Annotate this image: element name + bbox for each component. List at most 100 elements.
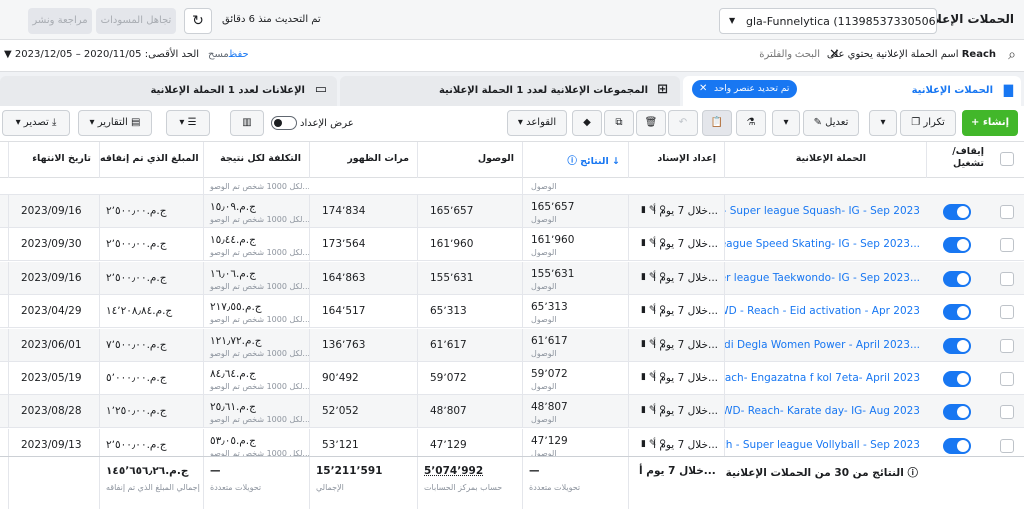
row-checkbox[interactable] <box>1000 271 1014 286</box>
column-header-attribution[interactable]: إعداد الإسناد <box>628 142 724 178</box>
pin-icon[interactable]: ⚲ <box>659 205 666 215</box>
tag-button[interactable]: ◆ <box>572 110 602 136</box>
breakdown-button[interactable]: ▾ ☰ <box>166 110 210 136</box>
table-row[interactable]: WD - Reach - Eid activation - Apr 2023 خل… <box>0 295 1024 329</box>
selected-count-badge[interactable]: ✕ تم تحديد عنصر واحد <box>692 80 798 98</box>
pin-icon[interactable]: ⚲ <box>659 405 666 415</box>
table-row[interactable]: ch - Super league Speed Skating- IG - Se… <box>0 228 1024 262</box>
edit-icon[interactable]: ✎ <box>649 305 657 315</box>
edit-icon[interactable]: ✎ <box>649 405 657 415</box>
column-header-reach[interactable]: الوصول <box>417 142 522 178</box>
row-checkbox[interactable] <box>1000 238 1014 253</box>
campaign-name-link[interactable]: WD - Reach - Eid activation - Apr 2023 <box>725 305 920 317</box>
row-checkbox[interactable] <box>1000 338 1014 353</box>
row-checkbox[interactable] <box>1000 372 1014 386</box>
campaign-toggle[interactable] <box>943 204 971 220</box>
chart-icon[interactable]: ▮ <box>641 439 646 449</box>
campaign-name-link[interactable]: WD- Reach - Super league Vollyball - Sep… <box>725 439 920 451</box>
pin-icon[interactable]: ⚲ <box>659 372 666 382</box>
chart-icon[interactable]: ▮ <box>641 238 646 248</box>
discard-drafts-button[interactable]: تجاهل المسودات <box>96 8 176 34</box>
campaign-name-link[interactable]: ch - Super league Speed Skating- IG - Se… <box>725 238 920 250</box>
row-checkbox[interactable] <box>1000 205 1014 219</box>
pin-icon[interactable]: ⚲ <box>659 339 666 349</box>
campaign-name-link[interactable]: each - Super league Taekwondo- IG - Sep … <box>725 272 920 284</box>
save-filter-link[interactable]: حفظ <box>228 49 249 60</box>
row-checkbox[interactable] <box>1000 305 1014 320</box>
pin-icon[interactable]: ⚲ <box>659 305 666 315</box>
rules-button[interactable]: ▾ القواعد <box>507 110 567 136</box>
column-header-spent[interactable]: المبلغ الذي تم إنفاقه <box>99 142 203 178</box>
column-header-name[interactable]: الحملة الإعلانية <box>724 142 926 178</box>
columns-button[interactable]: ▥ <box>230 110 264 136</box>
edit-icon[interactable]: ✎ <box>649 272 657 282</box>
preview-button[interactable]: ⧉ <box>604 110 634 136</box>
date-range-picker[interactable]: ▼ الحد الأقصى: 2020/11/05 – 2023/12/05 <box>4 49 199 60</box>
duplicate-menu-button[interactable]: ▾ <box>869 110 897 136</box>
column-header-results[interactable]: ⓘ النتائج ↓ <box>522 142 628 178</box>
campaign-toggle[interactable] <box>943 237 971 254</box>
close-icon[interactable]: ✕ <box>699 80 707 98</box>
column-header-end[interactable]: تاريخ الانتهاء <box>8 142 99 178</box>
export-button[interactable]: ▾ تصدير ⤓ <box>2 110 70 136</box>
footer-spent-sub: إجمالي المبلغ الذي تم إنفاقه <box>106 483 200 492</box>
edit-icon[interactable]: ✎ <box>649 439 657 449</box>
filter-chip[interactable]: اسم الحملة الإعلانية يحتوي على Reach <box>827 49 996 60</box>
row-checkbox[interactable] <box>1000 405 1014 420</box>
cell-cost: ج.م.‏٢١٧٫٥٥لكل 1000 شخص تم الوصو... <box>203 295 309 329</box>
chart-icon[interactable]: ▮ <box>641 405 646 415</box>
close-icon[interactable]: ✕ <box>829 47 840 62</box>
column-header-toggle[interactable]: إيقاف/تشغيل <box>926 142 990 178</box>
ab-test-button[interactable]: ⚗ <box>736 110 766 136</box>
row-checkbox[interactable] <box>1000 438 1014 453</box>
campaign-toggle[interactable] <box>943 270 971 287</box>
reports-button[interactable]: ▾ التقارير ▤ <box>78 110 152 136</box>
pin-icon[interactable]: ⚲ <box>659 439 666 449</box>
chart-icon[interactable]: ▮ <box>641 372 646 382</box>
chart-icon[interactable]: ▮ <box>641 205 646 215</box>
table-row[interactable]: WD- Reach- Karate day- IG- Aug 2023 خلال … <box>0 395 1024 429</box>
table-row[interactable]: Reach- Wadi Degla Women Power - April 20… <box>0 328 1024 362</box>
campaign-toggle[interactable] <box>943 404 971 421</box>
duplicate-button[interactable]: ❐ تكرار <box>900 110 956 136</box>
campaign-name-link[interactable]: WD- Reach- Engazatna f kol 7eta- April 2… <box>725 372 920 384</box>
chart-icon[interactable]: ▮ <box>641 272 646 282</box>
edit-icon[interactable]: ✎ <box>649 339 657 349</box>
column-header-cost[interactable]: التكلفة لكل نتيجة <box>203 142 309 178</box>
account-selector[interactable]: ▼ gla-Funnelytica (1139853733050606)... <box>719 8 937 34</box>
pin-icon[interactable]: ⚲ <box>659 272 666 282</box>
undo-button[interactable]: ↶ <box>668 110 698 136</box>
campaign-toggle[interactable] <box>943 437 971 454</box>
campaign-toggle[interactable] <box>943 371 971 387</box>
search-input[interactable] <box>660 49 820 60</box>
table-row[interactable]: ... Reach - Super league Squash- IG - Se… <box>0 195 1024 228</box>
date-range-text: الحد الأقصى: 2020/11/05 – 2023/12/05 <box>14 49 200 60</box>
edit-icon[interactable]: ✎ <box>649 205 657 215</box>
edit-menu-button[interactable]: ▾ <box>772 110 800 136</box>
campaign-name-link[interactable]: Reach- Wadi Degla Women Power - April 20… <box>725 339 920 351</box>
edit-button[interactable]: ✎ تعديل <box>803 110 859 136</box>
refresh-button[interactable]: ↻ <box>184 8 212 34</box>
review-publish-button[interactable]: مراجعة ونشر <box>28 8 92 34</box>
campaign-toggle[interactable] <box>943 337 971 354</box>
delete-button[interactable]: 🗑 <box>636 110 666 136</box>
edit-icon[interactable]: ✎ <box>649 238 657 248</box>
clipboard-button[interactable]: 📋 <box>702 110 732 136</box>
clear-filter-link[interactable]: مسح <box>208 49 229 60</box>
pin-icon[interactable]: ⚲ <box>659 238 666 248</box>
tab-adsets[interactable]: ⊞ المجموعات الإعلانية لعدد 1 الحملة الإع… <box>340 76 680 106</box>
tab-ads[interactable]: ▭ الإعلانات لعدد 1 الحملة الإعلانية <box>0 76 337 106</box>
column-header-impressions[interactable]: مرات الظهور <box>309 142 417 178</box>
chart-icon[interactable]: ▮ <box>641 305 646 315</box>
table-row[interactable]: each - Super league Taekwondo- IG - Sep … <box>0 261 1024 295</box>
campaign-name-link[interactable]: ... Reach - Super league Squash- IG - Se… <box>725 205 920 217</box>
setup-view-toggle[interactable] <box>271 116 297 130</box>
campaign-name-link[interactable]: WD- Reach- Karate day- IG- Aug 2023 <box>725 405 920 417</box>
campaign-toggle[interactable] <box>943 304 971 321</box>
table-row[interactable]: WD- Reach- Engazatna f kol 7eta- April 2… <box>0 362 1024 395</box>
edit-icon[interactable]: ✎ <box>649 372 657 382</box>
select-all-checkbox[interactable] <box>1000 152 1014 166</box>
chart-icon[interactable]: ▮ <box>641 339 646 349</box>
create-button[interactable]: + إنشاء <box>962 110 1018 136</box>
row-icons: ▮ ✎ ⚲ <box>641 372 666 382</box>
